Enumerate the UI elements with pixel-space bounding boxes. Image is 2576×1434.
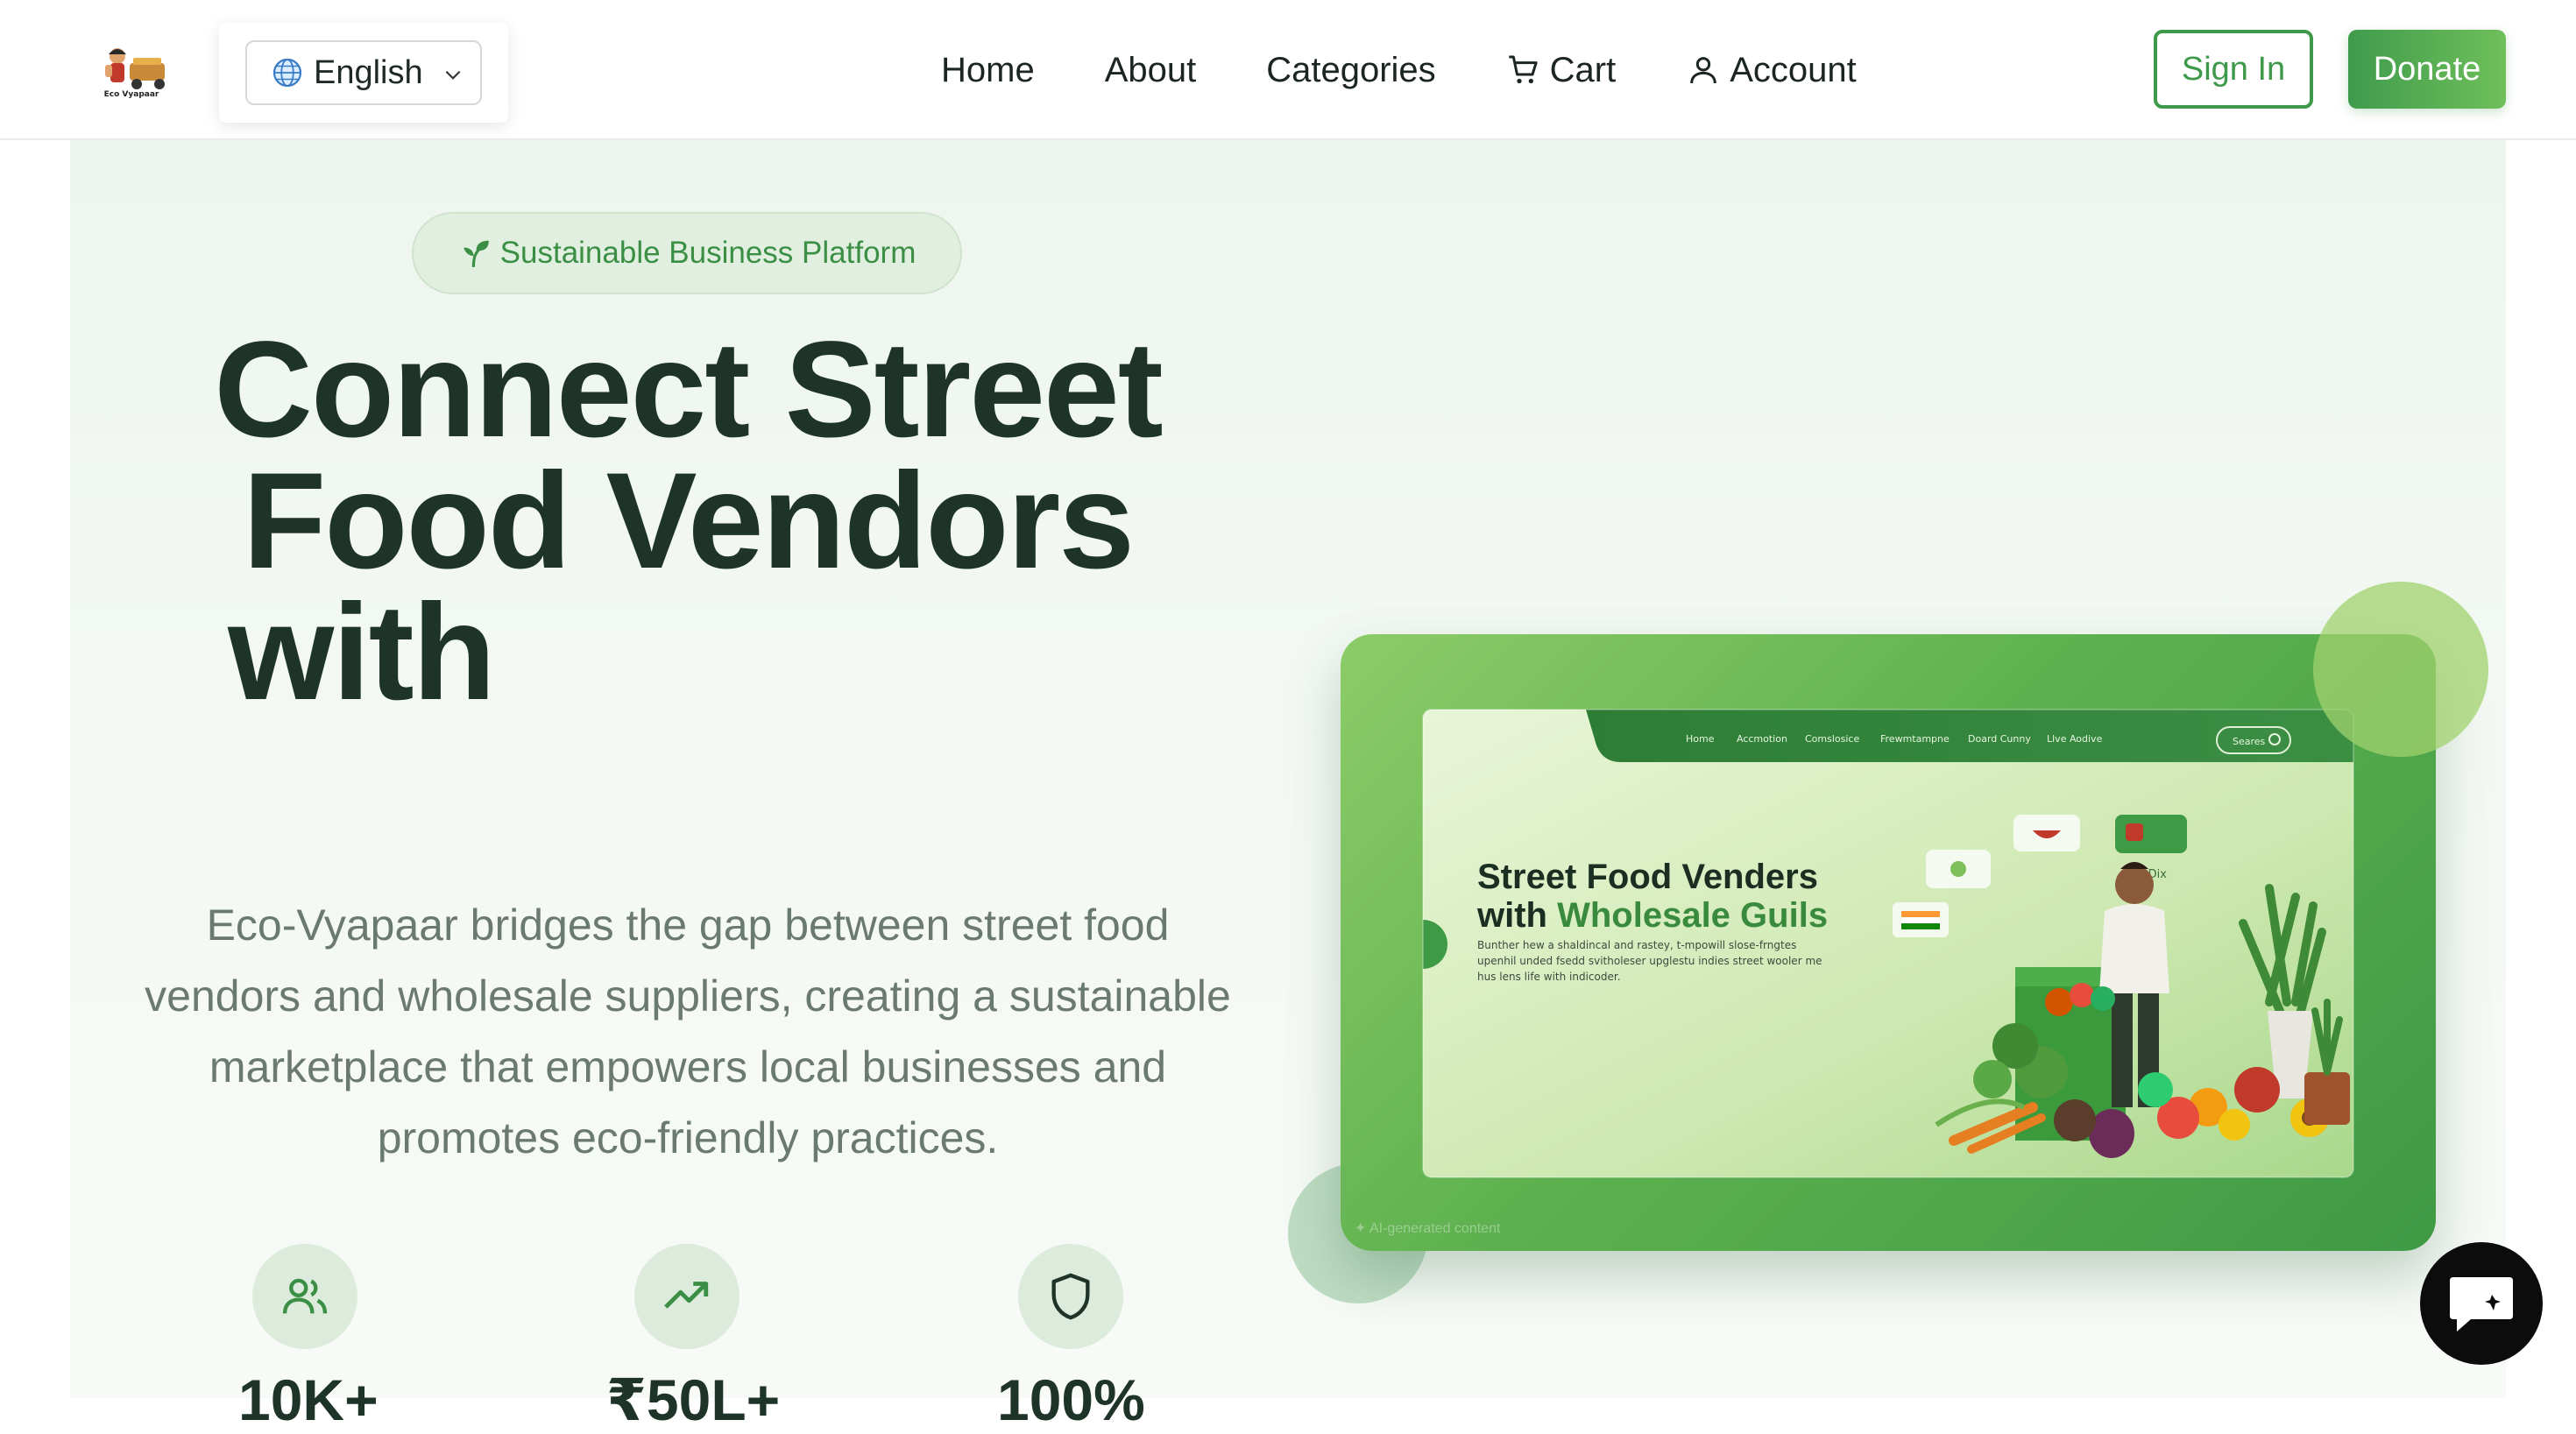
nav-link-label: Categories (1266, 50, 1436, 89)
hero-headline: Connect Street Food Vendors with (131, 314, 1244, 729)
decorative-circle (2313, 582, 2488, 757)
preview-title-line1: Street Food Venders (1477, 858, 1818, 896)
preview-nav-item: Comslosice (1805, 733, 1859, 745)
sprout-icon (463, 240, 489, 267)
nav-link-home[interactable]: Home (941, 51, 1035, 90)
nav-link-about[interactable]: About (1105, 51, 1197, 90)
eco-vyapaar-logo-icon: Eco Vyapaar (104, 48, 165, 99)
stat-icon-revenue (634, 1244, 740, 1349)
brand-logo[interactable]: Eco Vyapaar (91, 44, 172, 99)
preview-search-label: Seares (2233, 736, 2266, 747)
language-switcher-card: English (219, 23, 508, 123)
preview-nav-item: Doard Cunny (1968, 733, 2031, 745)
stat-icon-vendors (252, 1244, 357, 1349)
hero-preview-illustration: Home Accmotion Comslosice Frewmtampne Do… (1422, 709, 2354, 1178)
nav-link-label: Account (1730, 50, 1857, 89)
navbar: Eco Vyapaar English Home About Categorie… (0, 0, 2576, 140)
user-icon (1690, 57, 1717, 84)
nav-link-label: Home (941, 50, 1035, 89)
preview-nav-item: Llve Aodive (2047, 733, 2103, 745)
stat-value: 100% (997, 1367, 1145, 1432)
ai-generated-note: ✦ AI-generated content (1355, 1221, 1501, 1236)
preview-title-prefix: with (1476, 896, 1557, 935)
hero-badge-label: Sustainable Business Platform (499, 236, 916, 270)
chat-icon (2450, 1277, 2513, 1332)
main-nav: Home About Categories Cart Account (941, 46, 1927, 95)
hero-badge: Sustainable Business Platform (412, 212, 962, 294)
chat-button[interactable] (2420, 1242, 2543, 1365)
globe-icon (272, 58, 302, 88)
preview-nav-item: Home (1686, 733, 1715, 745)
hero-headline-line: Food Vendors (242, 445, 1135, 597)
language-select[interactable]: English (245, 40, 482, 105)
hero-headline-line: Connect Street (214, 314, 1164, 466)
nav-link-label: Cart (1549, 50, 1617, 89)
nav-link-cart[interactable]: Cart (1506, 50, 1617, 90)
stat-value: 10K+ (238, 1367, 379, 1432)
shield-icon (1051, 1273, 1090, 1320)
preview-nav-item: Accmotion (1737, 733, 1787, 745)
nav-link-account[interactable]: Account (1686, 51, 1857, 90)
hero-headline-line: with (228, 576, 496, 729)
sign-in-button[interactable]: Sign In (2154, 30, 2313, 109)
preview-body-text: Bunther hew a shaldincal and rastey, t-m… (1477, 939, 1822, 983)
stat-value: ₹50L+ (606, 1367, 781, 1432)
donate-button[interactable]: Donate (2348, 30, 2506, 109)
preview-nav-item: Frewmtampne (1880, 733, 1950, 745)
svg-text:Eco Vyapaar: Eco Vyapaar (104, 90, 159, 98)
language-selected-label: English (314, 53, 423, 91)
chevron-down-icon (445, 70, 461, 80)
stat-icon-trust (1018, 1244, 1123, 1349)
hero-preview-card: Home Accmotion Comslosice Frewmtampne Do… (1341, 634, 2436, 1251)
hero-description: Eco-Vyapaar bridges the gap between stre… (145, 901, 1231, 1162)
svg-text:with Wholesale Guils: with Wholesale Guils (1476, 896, 1828, 935)
preview-title-highlight: Wholesale Guils (1557, 896, 1828, 935)
nav-link-categories[interactable]: Categories (1266, 51, 1435, 90)
trending-up-icon (664, 1282, 709, 1309)
users-icon (282, 1278, 328, 1314)
nav-link-label: About (1104, 50, 1197, 89)
cart-icon (1509, 55, 1538, 84)
